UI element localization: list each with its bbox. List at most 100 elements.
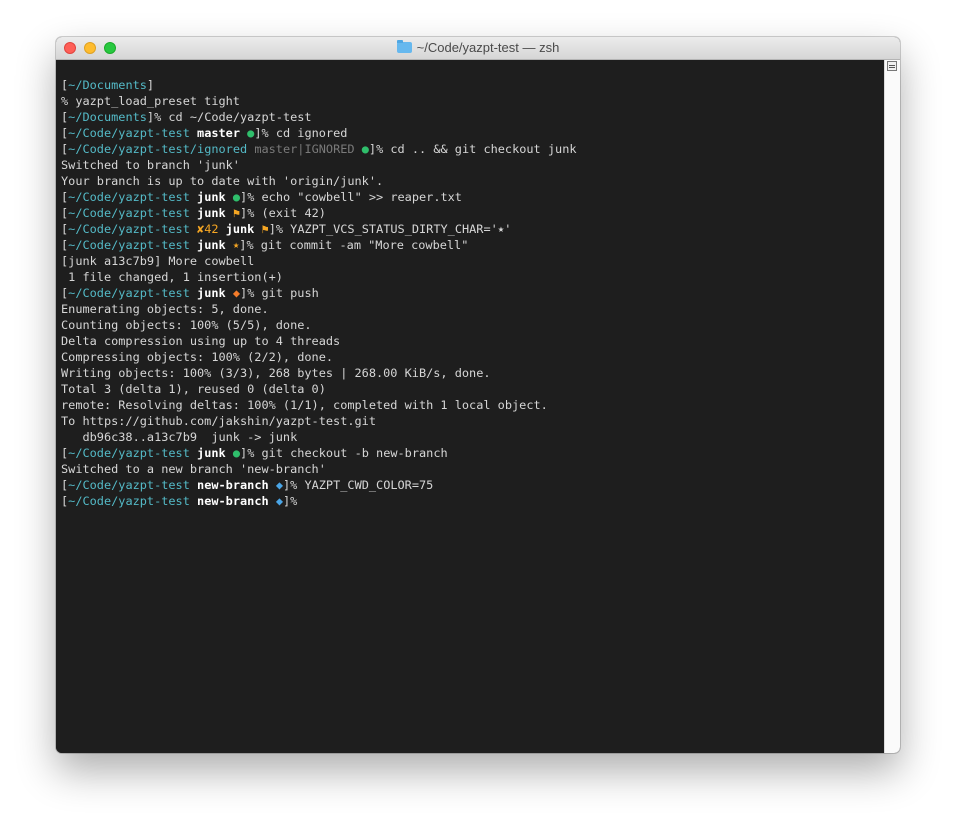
terminal-text: new-branch	[197, 478, 269, 492]
terminal-line: Delta compression using up to 4 threads	[61, 333, 885, 349]
terminal-text: To https://github.com/jakshin/yazpt-test…	[61, 414, 376, 428]
terminal-text: junk	[197, 286, 226, 300]
terminal-text: ●	[232, 190, 241, 204]
folder-icon	[396, 40, 412, 53]
terminal-text: Your branch is up to date with 'origin/j…	[61, 174, 384, 188]
terminal-line: Enumerating objects: 5, done.	[61, 301, 885, 317]
terminal-text: db96c38..a13c7b9 junk -> junk	[61, 430, 298, 444]
terminal-line: [~/Code/yazpt-test ✘42 junk ⚑]% YAZPT_VC…	[61, 221, 885, 237]
terminal-text: ~/Documents	[68, 78, 147, 92]
split-pane-icon[interactable]	[887, 61, 897, 71]
terminal-text: ]% YAZPT_CWD_COLOR=75	[282, 478, 434, 492]
terminal-text: ]% cd ignored	[254, 126, 348, 140]
terminal-text: ✘42	[197, 222, 219, 236]
terminal-line: [~/Code/yazpt-test junk ⭑]% git commit -…	[61, 237, 885, 253]
terminal-text: Counting objects: 100% (5/5), done.	[61, 318, 312, 332]
terminal-text: ]% git commit -am "More cowbell"	[239, 238, 469, 252]
title-bar[interactable]: ~/Code/yazpt-test — zsh	[56, 37, 900, 60]
terminal-text: junk	[225, 222, 255, 236]
terminal-line: [~/Code/yazpt-test new-branch ◆]% YAZPT_…	[61, 477, 885, 493]
terminal-text: ●	[361, 142, 369, 156]
terminal-line: Counting objects: 100% (5/5), done.	[61, 317, 885, 333]
terminal-text: ◆	[275, 478, 283, 492]
terminal-line: [~/Code/yazpt-test new-branch ◆]%	[61, 493, 885, 509]
terminal-line: [~/Documents]	[61, 77, 885, 93]
terminal-text: ]%	[282, 494, 298, 508]
terminal-text: Enumerating objects: 5, done.	[61, 302, 269, 316]
window-title: ~/Code/yazpt-test — zsh	[56, 40, 900, 56]
terminal-text: 1 file changed, 1 insertion(+)	[61, 270, 283, 284]
terminal-line: [~/Code/yazpt-test/ignored master|IGNORE…	[61, 141, 885, 157]
terminal-text: ⚑	[232, 206, 241, 220]
terminal-text: ⚑	[261, 222, 269, 236]
terminal-line: 1 file changed, 1 insertion(+)	[61, 269, 885, 285]
terminal-text: ~/Code/yazpt-test/ignored	[68, 142, 248, 156]
terminal-output[interactable]: [~/Documents]% yazpt_load_preset tight [~…	[56, 60, 885, 753]
scrollbar[interactable]	[884, 60, 900, 753]
terminal-line: [~/Code/yazpt-test junk ◆]% git push	[61, 285, 885, 301]
terminal-text: ~/Code/yazpt-test	[68, 206, 190, 220]
terminal-text: ●	[232, 446, 241, 460]
terminal-line: Compressing objects: 100% (2/2), done.	[61, 349, 885, 365]
terminal-line: [~/Documents]% cd ~/Code/yazpt-test	[61, 109, 885, 125]
terminal-line: Writing objects: 100% (3/3), 268 bytes |…	[61, 365, 885, 381]
terminal-text: ]% git checkout -b new-branch	[240, 446, 448, 460]
terminal-text: junk	[197, 446, 226, 460]
terminal-line: % yazpt_load_preset tight	[61, 93, 885, 109]
terminal-text: junk	[197, 206, 226, 220]
terminal-text: [junk a13c7b9] More cowbell	[61, 254, 255, 268]
terminal-line: [~/Code/yazpt-test master ●]% cd ignored	[61, 125, 885, 141]
terminal-window: ~/Code/yazpt-test — zsh [~/Documents]% y…	[56, 37, 900, 753]
terminal-text: master	[197, 126, 240, 140]
terminal-text: Delta compression using up to 4 threads	[61, 334, 341, 348]
terminal-line: [~/Code/yazpt-test junk ●]% git checkout…	[61, 445, 885, 461]
terminal-line: [junk a13c7b9] More cowbell	[61, 253, 885, 269]
terminal-text: ]% (exit 42)	[240, 206, 326, 220]
terminal-text: ~/Code/yazpt-test	[68, 446, 190, 460]
terminal-text: ]% git push	[240, 286, 319, 300]
terminal-text: junk	[197, 238, 226, 252]
terminal-text: ~/Code/yazpt-test	[68, 222, 190, 236]
terminal-text: junk	[197, 190, 226, 204]
terminal-text: ~/Code/yazpt-test	[68, 494, 190, 508]
terminal-text: new-branch	[197, 494, 269, 508]
terminal-line: To https://github.com/jakshin/yazpt-test…	[61, 413, 885, 429]
terminal-line: Switched to branch 'junk'	[61, 157, 885, 173]
terminal-line: Your branch is up to date with 'origin/j…	[61, 173, 885, 189]
terminal-text: ]	[146, 78, 155, 92]
terminal-text: ~/Code/yazpt-test	[68, 286, 190, 300]
terminal-text: ]% echo "cowbell" >> reaper.txt	[240, 190, 462, 204]
terminal-line: [~/Code/yazpt-test junk ●]% echo "cowbel…	[61, 189, 885, 205]
terminal-text: ~/Code/yazpt-test	[68, 478, 190, 492]
terminal-line: [~/Code/yazpt-test junk ⚑]% (exit 42)	[61, 205, 885, 221]
terminal-line: db96c38..a13c7b9 junk -> junk	[61, 429, 885, 445]
window-title-text: ~/Code/yazpt-test — zsh	[416, 40, 560, 55]
terminal-text: Compressing objects: 100% (2/2), done.	[61, 350, 334, 364]
terminal-text: ~/Documents	[68, 110, 147, 124]
terminal-text: Switched to branch 'junk'	[61, 158, 240, 172]
terminal-line: remote: Resolving deltas: 100% (1/1), co…	[61, 397, 885, 413]
terminal-text: ]% cd ~/Code/yazpt-test	[146, 110, 312, 124]
terminal-text: ~/Code/yazpt-test	[68, 238, 190, 252]
terminal-text: ~/Code/yazpt-test	[68, 190, 190, 204]
terminal-text: ◆	[275, 494, 283, 508]
terminal-text: Writing objects: 100% (3/3), 268 bytes |…	[61, 366, 491, 380]
terminal-text: % yazpt_load_preset tight	[61, 94, 240, 108]
terminal-text: Switched to a new branch 'new-branch'	[61, 462, 326, 476]
terminal-text: ]% YAZPT_VCS_STATUS_DIRTY_CHAR='⭑'	[268, 222, 512, 236]
